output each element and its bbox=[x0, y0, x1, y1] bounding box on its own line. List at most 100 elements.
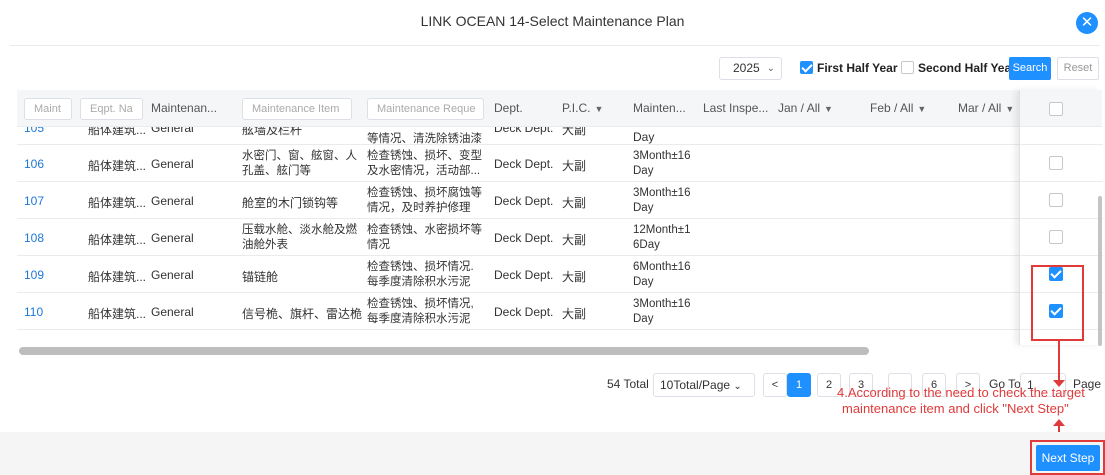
mar-label: Mar / All bbox=[958, 101, 1002, 115]
annotation-arrow-up-icon bbox=[1053, 419, 1065, 426]
maint-no[interactable]: 110 bbox=[24, 305, 43, 319]
maint-type: General bbox=[151, 127, 194, 135]
table-body: 105 船体建筑... General 舷墙及栏杆 等情况、清洗除锈油漆 Dec… bbox=[17, 127, 1101, 345]
column-header-maint-type[interactable]: Maintenan... bbox=[151, 90, 233, 127]
caret-down-icon: ▼ bbox=[824, 104, 833, 114]
maint-item-filter-input[interactable]: Maintenance Item bbox=[242, 98, 352, 120]
table-row[interactable]: 105 船体建筑... General 舷墙及栏杆 等情况、清洗除锈油漆 Dec… bbox=[17, 127, 1019, 145]
maint-requirement-filter-input[interactable]: Maintenance Reque bbox=[367, 98, 484, 120]
vertical-scrollbar[interactable] bbox=[1098, 196, 1102, 346]
annotation-highlight-checkboxes bbox=[1031, 265, 1084, 341]
prev-page-button[interactable]: < bbox=[763, 373, 787, 397]
eqpt-name: 船体建筑... bbox=[88, 233, 147, 247]
maint-type: General bbox=[151, 194, 194, 208]
dialog-title: LINK OCEAN 14-Select Maintenance Plan bbox=[420, 13, 685, 29]
search-button[interactable]: Search bbox=[1009, 57, 1051, 80]
row-select-cell bbox=[1020, 145, 1103, 182]
second-half-year-checkbox[interactable]: Second Half Year bbox=[901, 61, 1016, 75]
table-row[interactable]: 110 船体建筑... General 信号桅、旗杆、雷达桅 检查锈蚀、损坏情况… bbox=[17, 293, 1019, 330]
pic: 大副 bbox=[562, 270, 587, 284]
maint-item: 舱室的木门锁钩等 bbox=[242, 196, 339, 210]
maint-item: 水密门、窗、舷窗、人 孔盖、舷门等 bbox=[242, 150, 357, 177]
row-checkbox[interactable] bbox=[1049, 156, 1063, 170]
maint-no[interactable]: 105 bbox=[24, 127, 44, 135]
select-all-checkbox[interactable] bbox=[1049, 102, 1063, 116]
column-header-dept: Dept. bbox=[494, 101, 523, 115]
divider bbox=[10, 45, 1100, 46]
close-icon[interactable]: ✕ bbox=[1076, 12, 1098, 34]
dept: Deck Dept. bbox=[494, 157, 554, 171]
maint-requirement: 检查锈蚀、损坏情况. 每季度清除积水污泥 bbox=[367, 261, 474, 288]
table-row[interactable]: 109 船体建筑... General 锚链舱 检查锈蚀、损坏情况. 每季度清除积… bbox=[17, 256, 1019, 293]
pic: 大副 bbox=[562, 127, 587, 137]
chevron-down-icon: ⌄ bbox=[766, 63, 775, 74]
next-step-button[interactable]: Next Step bbox=[1036, 445, 1100, 471]
eqpt-name-filter-input[interactable]: Eqpt. Na bbox=[80, 98, 143, 120]
page-size-value: 10Total/Page bbox=[660, 378, 731, 392]
dept: Deck Dept. bbox=[494, 268, 554, 282]
cycle: Day bbox=[633, 130, 655, 144]
dept: Deck Dept. bbox=[494, 194, 554, 208]
cycle: 3Month±16 Day bbox=[633, 187, 691, 214]
eqpt-name: 船体建筑... bbox=[88, 127, 147, 137]
pic: 大副 bbox=[562, 159, 587, 173]
jan-label: Jan / All bbox=[778, 101, 821, 115]
column-header-mar[interactable]: Mar / All ▼ bbox=[958, 90, 1018, 127]
annotation-text: 4.According to the need to check the tar… bbox=[837, 385, 1105, 417]
checkbox-icon bbox=[901, 61, 914, 75]
column-header-feb[interactable]: Feb / All ▼ bbox=[870, 90, 930, 127]
row-checkbox[interactable] bbox=[1049, 230, 1063, 244]
pic: 大副 bbox=[562, 307, 587, 321]
dept: Deck Dept. bbox=[494, 231, 554, 245]
maint-item: 信号桅、旗杆、雷达桅 bbox=[242, 307, 363, 321]
caret-down-icon: ▼ bbox=[1005, 104, 1015, 114]
page-button-1[interactable]: 1 bbox=[787, 373, 811, 397]
page-size-select[interactable]: 10Total/Page ⌄ bbox=[653, 373, 755, 397]
cycle: 3Month±16 Day bbox=[633, 298, 691, 325]
eqpt-name: 船体建筑... bbox=[88, 307, 147, 321]
maint-no[interactable]: 106 bbox=[24, 157, 44, 171]
dialog-footer bbox=[0, 432, 1105, 475]
dept: Deck Dept. bbox=[494, 305, 554, 319]
column-header-pic[interactable]: P.I.C. ▼ bbox=[562, 90, 617, 127]
maint-type: General bbox=[151, 231, 194, 245]
horizontal-scrollbar[interactable] bbox=[19, 347, 869, 355]
maint-type: General bbox=[151, 305, 194, 319]
total-count: 54 Total bbox=[607, 377, 649, 391]
column-header-cycle[interactable]: Mainten... bbox=[633, 90, 695, 127]
column-header-jan[interactable]: Jan / All ▼ bbox=[778, 90, 838, 127]
maint-item: 舷墙及栏杆 bbox=[242, 127, 303, 137]
checkbox-checked-icon bbox=[800, 61, 813, 75]
maint-type: General bbox=[151, 157, 194, 171]
caret-down-icon: ▼ bbox=[917, 104, 927, 114]
maint-no-filter-input[interactable]: Maint bbox=[24, 98, 72, 120]
table-row[interactable]: 108 船体建筑... General 压载水舱、淡水舱及燃 油舱外表 检查锈蚀、… bbox=[17, 219, 1019, 256]
eqpt-name: 船体建筑... bbox=[88, 196, 147, 210]
row-checkbox[interactable] bbox=[1049, 193, 1063, 207]
column-header-last-inspection[interactable]: Last Inspe... bbox=[703, 90, 769, 127]
feb-label: Feb / All bbox=[870, 101, 914, 115]
select-all-header bbox=[1020, 90, 1102, 127]
caret-down-icon: ▼ bbox=[594, 104, 604, 114]
maint-no[interactable]: 107 bbox=[24, 194, 44, 208]
maint-item: 锚链舱 bbox=[242, 270, 279, 284]
maint-no[interactable]: 108 bbox=[24, 231, 44, 245]
cycle: 3Month±16 Day bbox=[633, 150, 691, 177]
maint-requirement: 检查锈蚀、损坏情况, 每季度清除积水污泥 bbox=[367, 298, 474, 325]
maint-type: General bbox=[151, 268, 194, 282]
maint-requirement: 检查锈蚀、损坏腐蚀等 情况，及时养护修理 bbox=[367, 187, 482, 214]
row-select-cell bbox=[1020, 219, 1103, 256]
dept: Deck Dept. bbox=[494, 127, 554, 135]
first-half-year-label: First Half Year bbox=[817, 61, 898, 75]
table-row[interactable]: 106 船体建筑... General 水密门、窗、舷窗、人 孔盖、舷门等 检查锈… bbox=[17, 145, 1019, 182]
table-row[interactable]: 107 船体建筑... General 舱室的木门锁钩等 检查锈蚀、损坏腐蚀等情… bbox=[17, 182, 1019, 219]
first-half-year-checkbox[interactable]: First Half Year bbox=[800, 61, 897, 75]
maint-requirement: 检查锈蚀、水密损坏等 情况 bbox=[367, 224, 482, 251]
maint-no[interactable]: 109 bbox=[24, 268, 44, 282]
row-select-cell bbox=[1020, 182, 1103, 219]
year-select[interactable]: 2025 ⌄ bbox=[719, 57, 782, 80]
eqpt-name: 船体建筑... bbox=[88, 270, 147, 284]
chevron-down-icon: ⌄ bbox=[733, 381, 742, 392]
cycle: 12Month±1 6Day bbox=[633, 224, 691, 251]
reset-button[interactable]: Reset bbox=[1057, 57, 1099, 80]
